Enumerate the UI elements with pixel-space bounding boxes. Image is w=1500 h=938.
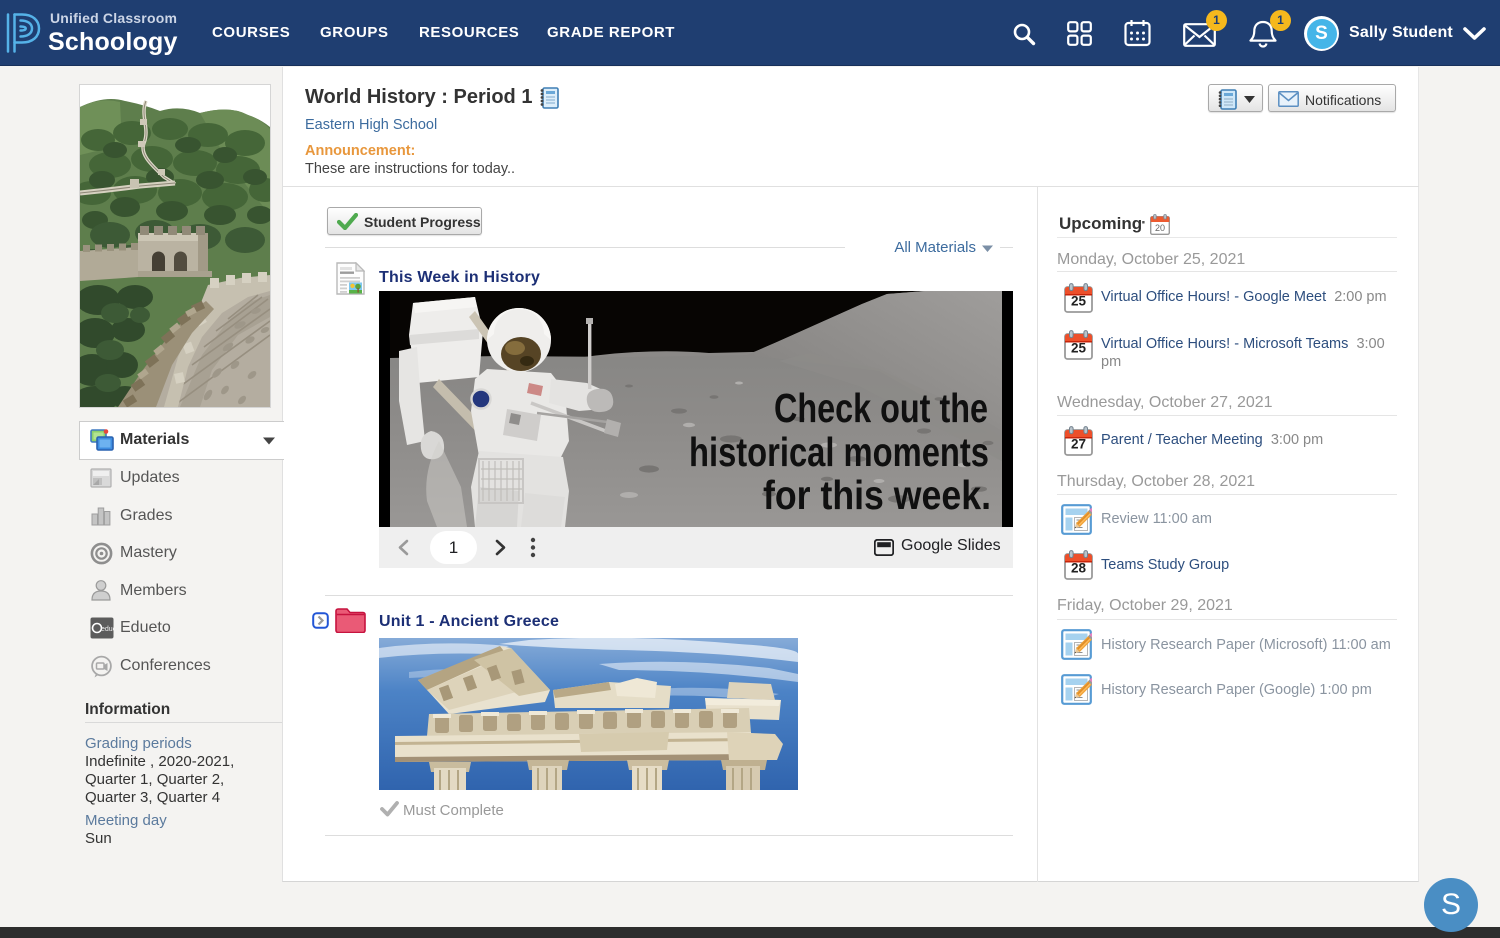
svg-text:28: 28 [1071, 561, 1087, 576]
svg-text:20: 20 [1155, 223, 1165, 233]
svg-text:historical moments: historical moments [689, 429, 989, 475]
svg-text:for this week.: for this week. [763, 472, 991, 518]
svg-text:edue: edue [101, 626, 114, 633]
svg-text:25: 25 [1071, 341, 1087, 356]
svg-text:25: 25 [1071, 294, 1087, 309]
svg-text:27: 27 [1071, 437, 1086, 452]
svg-text:Check out the: Check out the [774, 385, 988, 431]
